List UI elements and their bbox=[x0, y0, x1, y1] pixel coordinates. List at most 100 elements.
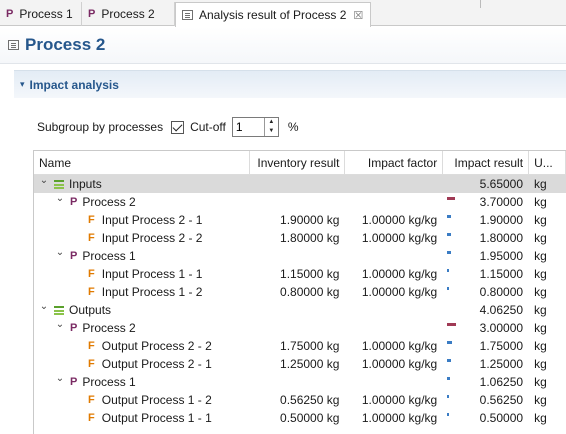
close-icon[interactable]: ☒ bbox=[353, 9, 363, 22]
contribution-bar bbox=[447, 233, 452, 236]
row-label: Outputs bbox=[69, 303, 112, 317]
column-header-name[interactable]: Name bbox=[34, 151, 250, 175]
cutoff-input[interactable] bbox=[232, 118, 264, 136]
column-header-result[interactable]: Impact result bbox=[443, 151, 530, 175]
chevron-down-icon[interactable]: ▾ bbox=[20, 79, 25, 90]
table-row[interactable]: ⌄ Outputs 4.06250 kg bbox=[34, 301, 566, 319]
chevron-down-icon[interactable]: ⌄ bbox=[54, 373, 66, 388]
table-row[interactable]: ⌄ P Process 1 1.06250 kg bbox=[34, 373, 566, 391]
row-label: Process 1 bbox=[82, 249, 136, 263]
result-value: 1.15000 bbox=[479, 267, 524, 281]
name-cell: F Output Process 1 - 1 bbox=[34, 409, 250, 427]
unit-cell: kg bbox=[534, 195, 547, 209]
tab-label: Process 1 bbox=[19, 7, 73, 21]
inventory-cell bbox=[250, 175, 346, 193]
chevron-down-icon[interactable]: ⌄ bbox=[38, 301, 50, 316]
result-value: 0.56250 bbox=[479, 393, 524, 407]
flow-icon: F bbox=[88, 268, 95, 280]
row-label: Input Process 2 - 1 bbox=[101, 213, 203, 227]
table-row[interactable]: F Output Process 1 - 2 0.56250 kg 1.00000 k… bbox=[34, 391, 566, 409]
inventory-cell: 1.90000 kg bbox=[280, 213, 340, 227]
column-header-factor[interactable]: Impact factor bbox=[345, 151, 444, 175]
result-cell: 5.65000 bbox=[443, 175, 529, 193]
result-cell: 3.00000 bbox=[443, 319, 529, 337]
cutoff-spinner[interactable]: ▲ ▼ bbox=[231, 117, 279, 137]
cutoff-label: Cut-off bbox=[190, 120, 226, 134]
unit-cell: kg bbox=[534, 231, 547, 245]
unit-cell: kg bbox=[534, 357, 547, 371]
result-cell: 1.75000 bbox=[443, 337, 529, 355]
spin-up-icon[interactable]: ▲ bbox=[265, 118, 278, 127]
table-row[interactable]: F Input Process 1 - 1 1.15000 kg 1.00000 kg… bbox=[34, 265, 566, 283]
table-row[interactable]: F Input Process 1 - 2 0.80000 kg 1.00000 kg… bbox=[34, 283, 566, 301]
table-row[interactable]: F Output Process 2 - 1 1.25000 kg 1.00000 k… bbox=[34, 355, 566, 373]
contribution-bar bbox=[447, 269, 450, 272]
tab-process-1[interactable]: P Process 1 bbox=[0, 2, 82, 26]
column-header-unit[interactable]: U... bbox=[529, 151, 566, 175]
unit-cell: kg bbox=[534, 411, 547, 425]
tab-label: Analysis result of Process 2 bbox=[199, 8, 347, 22]
name-cell: F Output Process 2 - 2 bbox=[34, 337, 250, 355]
row-label: Output Process 2 - 1 bbox=[101, 357, 212, 371]
table-row[interactable]: ⌄ P Process 2 3.70000 kg bbox=[34, 193, 566, 211]
row-label: Input Process 2 - 2 bbox=[101, 231, 203, 245]
flow-icon: F bbox=[88, 394, 95, 406]
name-cell: F Input Process 2 - 2 bbox=[34, 229, 250, 247]
name-cell: F Input Process 1 - 2 bbox=[34, 283, 250, 301]
row-label: Output Process 2 - 2 bbox=[101, 339, 212, 353]
result-cell: 0.56250 bbox=[443, 391, 529, 409]
table-row[interactable]: F Output Process 2 - 2 1.75000 kg 1.00000 k… bbox=[34, 337, 566, 355]
row-label: Inputs bbox=[69, 177, 102, 191]
inventory-cell bbox=[250, 319, 346, 337]
factor-cell bbox=[345, 247, 443, 265]
result-cell: 0.80000 bbox=[443, 283, 529, 301]
table-row[interactable]: ⌄ P Process 2 3.00000 kg bbox=[34, 319, 566, 337]
name-cell: ⌄ P Process 1 bbox=[34, 373, 250, 391]
table-body: ⌄ Inputs 5.65000 kg ⌄ P Process 2 3.70000 kg F Inp… bbox=[34, 175, 566, 427]
table-row[interactable]: F Input Process 2 - 1 1.90000 kg 1.00000 kg… bbox=[34, 211, 566, 229]
result-cell: 1.06250 bbox=[443, 373, 529, 391]
tab-process-2[interactable]: P Process 2 bbox=[82, 2, 175, 26]
contribution-bar bbox=[447, 215, 452, 218]
impact-analysis-section: ▾ Impact analysis Subgroup by processes … bbox=[14, 70, 566, 434]
name-cell: ⌄ P Process 2 bbox=[34, 193, 250, 211]
subgroup-checkbox[interactable] bbox=[171, 120, 185, 134]
tab-analysis-result[interactable]: Analysis result of Process 2 ☒ bbox=[175, 2, 371, 27]
result-value: 1.25000 bbox=[479, 357, 524, 371]
spinner-buttons: ▲ ▼ bbox=[263, 118, 278, 136]
contribution-bar bbox=[447, 359, 452, 362]
table-header: Name Inventory result Impact factor Impa… bbox=[34, 151, 566, 175]
factor-cell: 1.00000 kg/kg bbox=[361, 339, 438, 353]
contribution-bar bbox=[447, 251, 452, 254]
category-icon bbox=[54, 179, 64, 189]
unit-cell: kg bbox=[534, 393, 547, 407]
flow-icon: F bbox=[88, 286, 95, 298]
contribution-bar bbox=[447, 323, 457, 326]
table-row[interactable]: F Input Process 2 - 2 1.80000 kg 1.00000 kg… bbox=[34, 229, 566, 247]
section-header[interactable]: ▾ Impact analysis bbox=[14, 70, 566, 98]
name-cell: ⌄ Inputs bbox=[34, 175, 250, 193]
unit-cell: kg bbox=[534, 303, 547, 317]
contribution-bar bbox=[447, 197, 456, 200]
unit-cell: kg bbox=[534, 321, 547, 335]
factor-cell: 1.00000 kg/kg bbox=[361, 411, 438, 425]
process-icon: P bbox=[70, 376, 78, 388]
result-cell: 3.70000 bbox=[443, 193, 529, 211]
contribution-bar bbox=[447, 287, 450, 290]
result-value: 4.06250 bbox=[479, 303, 524, 317]
chevron-down-icon[interactable]: ⌄ bbox=[54, 193, 66, 208]
table-row[interactable]: ⌄ P Process 1 1.95000 kg bbox=[34, 247, 566, 265]
table-row[interactable]: ⌄ Inputs 5.65000 kg bbox=[34, 175, 566, 193]
chevron-down-icon[interactable]: ⌄ bbox=[38, 175, 50, 190]
result-cell: 0.50000 bbox=[443, 409, 529, 427]
spin-down-icon[interactable]: ▼ bbox=[265, 127, 278, 136]
name-cell: ⌄ P Process 1 bbox=[34, 247, 250, 265]
table-row[interactable]: F Output Process 1 - 1 0.50000 kg 1.00000 k… bbox=[34, 409, 566, 427]
row-label: Process 2 bbox=[82, 321, 136, 335]
flow-icon: F bbox=[88, 412, 95, 424]
section-title: Impact analysis bbox=[29, 77, 119, 92]
chevron-down-icon[interactable]: ⌄ bbox=[54, 319, 66, 334]
chevron-down-icon[interactable]: ⌄ bbox=[54, 247, 66, 262]
column-header-inventory[interactable]: Inventory result bbox=[250, 151, 346, 175]
percent-label: % bbox=[287, 120, 299, 134]
